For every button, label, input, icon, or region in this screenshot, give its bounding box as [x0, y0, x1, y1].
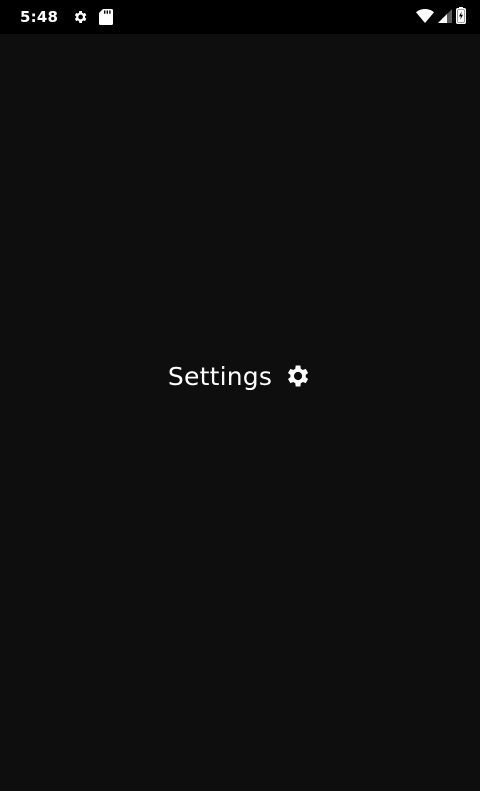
battery-charging-icon [456, 6, 466, 28]
app-screen: 5:48 Settings [0, 0, 480, 791]
cell-signal-icon [438, 8, 452, 27]
status-bar-left: 5:48 [20, 7, 123, 27]
gear-icon [71, 8, 89, 26]
settings-label: Settings [0, 358, 480, 394]
sd-card-icon [97, 8, 115, 26]
gear-icon [282, 361, 312, 391]
status-bar: 5:48 [0, 0, 480, 34]
status-bar-right [416, 6, 466, 28]
wifi-icon [416, 8, 434, 27]
status-time: 5:48 [20, 8, 59, 26]
settings-title: Settings [167, 361, 273, 391]
